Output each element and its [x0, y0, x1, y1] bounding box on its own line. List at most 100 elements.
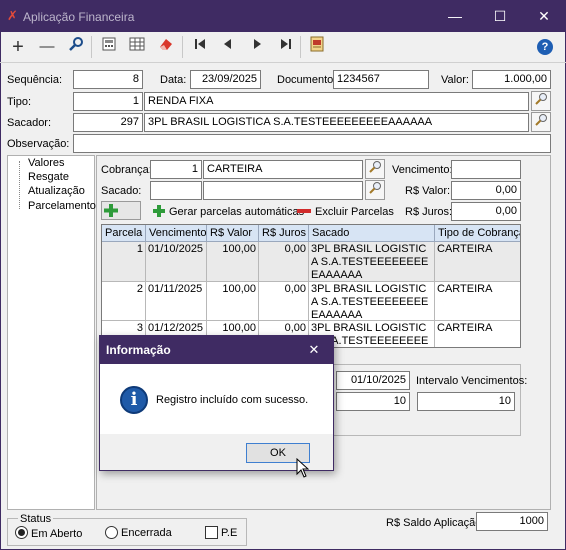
tree-item-parcelamento[interactable]: Parcelamento	[28, 200, 96, 212]
rs-juros-field[interactable]: 0,00	[451, 202, 521, 221]
add-parcel-button[interactable]	[102, 202, 120, 219]
prev-record-button[interactable]	[217, 36, 239, 58]
gerar-plus-icon	[152, 204, 166, 218]
first-icon	[195, 39, 205, 49]
column-header-sacado[interactable]: Sacado	[309, 225, 435, 242]
vencimento-label: Vencimento:	[392, 164, 453, 176]
calculator-button[interactable]	[98, 36, 120, 58]
eraser-button[interactable]	[155, 36, 177, 58]
table-icon	[129, 37, 145, 51]
saldo-label: R$ Saldo Aplicação:	[386, 517, 485, 529]
observacao-label: Observação:	[7, 138, 70, 150]
encerrada-label: Encerrada	[121, 527, 172, 539]
em-aberto-radio[interactable]	[15, 526, 28, 539]
encerrada-radio[interactable]	[105, 526, 118, 539]
sacador-lookup-button[interactable]	[531, 112, 551, 132]
mouse-cursor	[296, 457, 310, 478]
gerar-parcelas-button[interactable]: Gerar parcelas automáticas	[169, 206, 304, 218]
table-cell[interactable]: CARTEIRA	[435, 321, 520, 347]
last-icon	[281, 39, 291, 49]
intervalo-field[interactable]: 10	[417, 392, 515, 411]
column-header-parcela[interactable]: Parcela	[102, 225, 146, 242]
quantidade-field[interactable]: 10	[336, 392, 410, 411]
sacador-code-field[interactable]: 297	[73, 113, 143, 132]
table-cell[interactable]: CARTEIRA	[435, 242, 520, 282]
tipo-lookup-button[interactable]	[531, 91, 551, 111]
observacao-field[interactable]	[73, 134, 551, 153]
vencimento-field[interactable]	[451, 160, 521, 179]
em-aberto-label: Em Aberto	[31, 528, 83, 540]
cobranca-lookup-button[interactable]	[365, 159, 385, 179]
dialog-title: Informação	[100, 336, 333, 364]
saldo-field: 1000	[476, 512, 548, 531]
excluir-parcelas-button[interactable]: Excluir Parcelas	[315, 206, 394, 218]
documento-field[interactable]: 1234567	[333, 70, 429, 89]
table-cell[interactable]: 100,00	[207, 282, 259, 321]
table-cell[interactable]: 01/10/2025	[146, 242, 207, 282]
dialog-close-button[interactable]: ✕	[305, 341, 323, 359]
data-label: Data:	[160, 74, 187, 86]
table-cell[interactable]: 01/11/2025	[146, 282, 207, 321]
last-record-button[interactable]	[275, 36, 297, 58]
cobranca-label: Cobrança:	[101, 164, 152, 176]
valor-field[interactable]: 1.000,00	[472, 70, 551, 89]
rs-valor-label: R$ Valor:	[405, 185, 451, 197]
data-field[interactable]: 23/09/2025	[190, 70, 261, 89]
report-button[interactable]	[306, 36, 328, 58]
maximize-button[interactable]: ☐	[478, 0, 522, 32]
search-button[interactable]	[65, 36, 87, 58]
pe-checkbox[interactable]	[205, 526, 218, 539]
search-icon	[369, 161, 381, 173]
report-icon	[310, 36, 324, 52]
tree-item-atualizacao[interactable]: Atualização	[28, 185, 85, 197]
cobranca-code-field[interactable]: 1	[150, 160, 202, 179]
sacado-lookup-button[interactable]	[365, 180, 385, 200]
radio-dot	[18, 529, 25, 536]
tree-line	[19, 161, 20, 209]
primeiro-vencimento-field[interactable]: 01/10/2025	[336, 371, 410, 390]
close-button[interactable]: ✕	[522, 0, 566, 32]
tree-item-valores[interactable]: Valores	[28, 157, 64, 169]
add-button[interactable]: +	[7, 36, 29, 58]
column-header-juros[interactable]: R$ Juros	[259, 225, 309, 242]
sequencia-field[interactable]: 8	[73, 70, 143, 89]
rs-valor-field[interactable]: 0,00	[451, 181, 521, 200]
tipo-name-field: RENDA FIXA	[144, 92, 529, 111]
table-cell[interactable]: 2	[102, 282, 146, 321]
minimize-button[interactable]: —	[433, 0, 477, 32]
remove-button[interactable]: —	[36, 36, 58, 58]
table-cell[interactable]: 3PL BRASIL LOGISTICA S.A.TESTEEEEEEEEEAA…	[309, 242, 435, 282]
column-header-valor[interactable]: R$ Valor	[207, 225, 259, 242]
table-cell[interactable]: 1	[102, 242, 146, 282]
plus-icon	[104, 204, 118, 217]
table-cell[interactable]: 0,00	[259, 282, 309, 321]
help-icon[interactable]: ?	[537, 39, 553, 55]
column-header-vencimento[interactable]: Vencimento	[146, 225, 207, 242]
sacado-name-field	[203, 181, 363, 200]
title-bar: ✗ Aplicação Financeira — ☐ ✕	[0, 0, 566, 32]
table-cell[interactable]: 100,00	[207, 242, 259, 282]
column-header-tipo[interactable]: Tipo de Cobrança	[435, 225, 520, 242]
info-dialog: Informação ✕ i Registro incluído com suc…	[99, 335, 334, 471]
grid-button[interactable]	[126, 36, 148, 58]
sacado-code-field[interactable]	[150, 181, 202, 200]
next-icon	[254, 39, 261, 49]
documento-label: Documento:	[277, 74, 337, 86]
table-cell[interactable]: CARTEIRA	[435, 282, 520, 321]
toolbar-separator	[300, 36, 301, 58]
table-cell[interactable]: 3PL BRASIL LOGISTICA S.A.TESTEEEEEEEEEAA…	[309, 282, 435, 321]
calculator-icon	[102, 37, 116, 51]
cobranca-name-field: CARTEIRA	[203, 160, 363, 179]
first-record-button[interactable]	[189, 36, 211, 58]
minus-icon	[297, 209, 311, 213]
tree-item-resgate[interactable]: Resgate	[28, 171, 69, 183]
next-record-button[interactable]	[246, 36, 268, 58]
search-icon	[535, 114, 547, 126]
eraser-icon	[160, 39, 172, 50]
window-title: Aplicação Financeira	[23, 10, 135, 24]
intervalo-label: Intervalo Vencimentos:	[416, 375, 528, 387]
table-cell[interactable]: 0,00	[259, 242, 309, 282]
tipo-code-field[interactable]: 1	[73, 92, 143, 111]
sacador-label: Sacador:	[7, 117, 52, 129]
sequencia-label: Sequência:	[7, 74, 63, 86]
